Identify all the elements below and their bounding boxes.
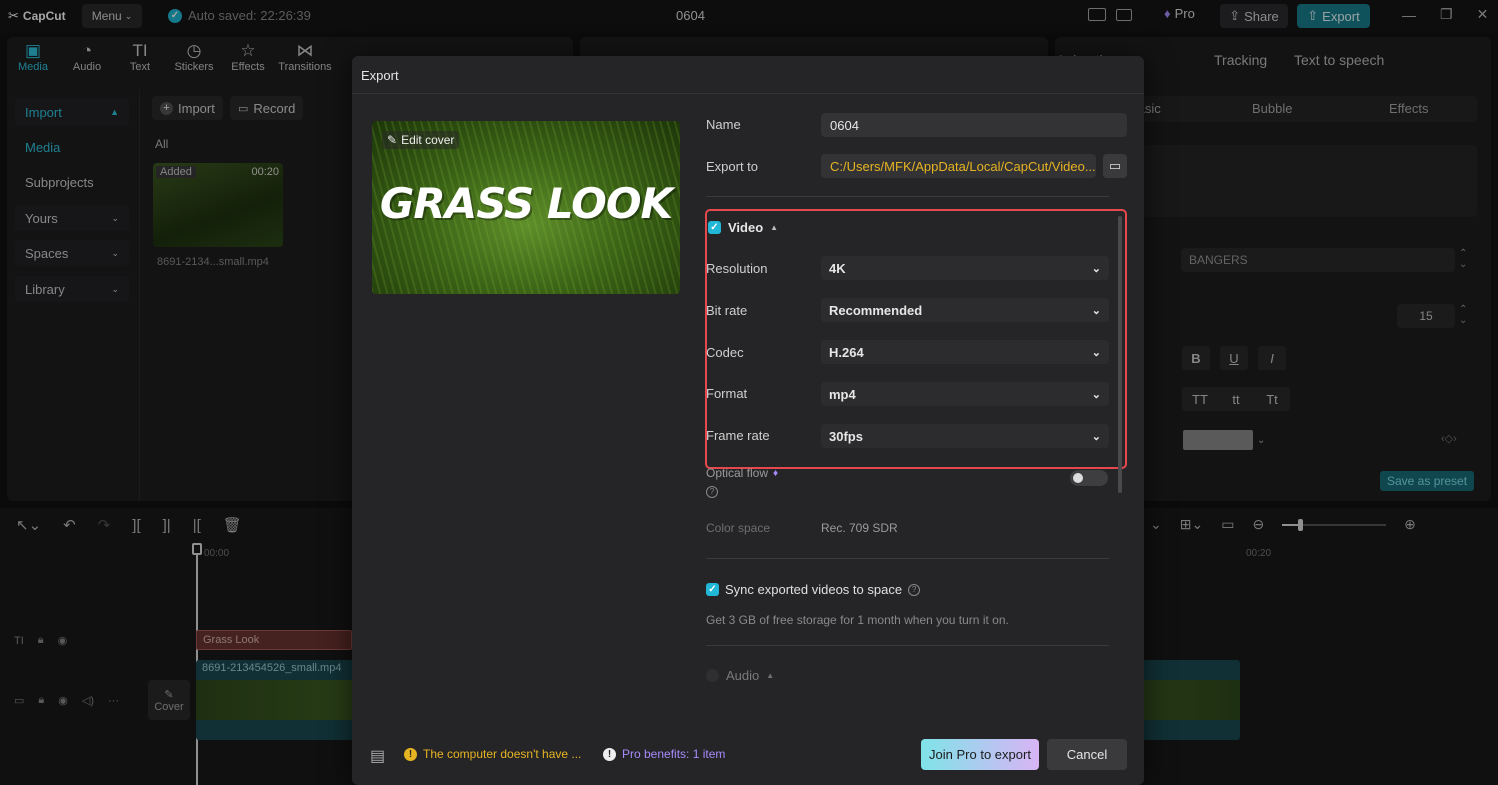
chevron-down-icon: ⌄: [1091, 388, 1101, 401]
name-label: Name: [706, 117, 741, 132]
pro-benefits-text: Pro benefits: 1 item: [622, 747, 726, 761]
format-label: Format: [706, 386, 748, 401]
join-pro-label: Join Pro to export: [929, 747, 1031, 762]
chevron-up-icon: ▲: [766, 671, 775, 680]
audio-section-toggle[interactable]: Audio ▲: [706, 668, 774, 683]
audio-checkbox[interactable]: [706, 669, 719, 682]
divider: [706, 196, 1109, 197]
color-space-label: Color space: [706, 521, 771, 535]
frame-rate-value: 30fps: [829, 428, 863, 444]
resolution-value: 4K: [829, 260, 846, 276]
chevron-up-icon: ▲: [770, 223, 779, 232]
format-value: mp4: [829, 386, 856, 402]
audio-section-label: Audio: [726, 668, 760, 683]
resolution-label: Resolution: [706, 261, 768, 276]
warning-message[interactable]: ! The computer doesn't have ...: [404, 747, 581, 761]
color-space-value: Rec. 709 SDR: [821, 521, 898, 535]
export-path-input[interactable]: C:/Users/MFK/AppData/Local/CapCut/Video.…: [821, 154, 1096, 178]
info-icon[interactable]: ?: [908, 583, 921, 596]
toggle-knob: [1073, 473, 1083, 483]
format-select[interactable]: mp4 ⌄: [821, 382, 1109, 406]
pencil-icon: ✎: [387, 133, 398, 147]
export-dialog: Export ✎ Edit cover GRASS LOOK Name 0604 …: [352, 56, 1144, 785]
sync-note: Get 3 GB of free storage for 1 month whe…: [706, 613, 1009, 627]
codec-value: H.264: [829, 344, 864, 360]
optical-flow-toggle[interactable]: [1070, 470, 1108, 486]
filmstrip-icon[interactable]: ▤: [370, 746, 385, 766]
chevron-down-icon: ⌄: [1091, 430, 1101, 443]
name-value: 0604: [830, 117, 859, 133]
optical-flow-row: Optical flow ♦: [706, 466, 778, 480]
codec-label: Codec: [706, 345, 744, 360]
video-section-toggle[interactable]: ✓ Video ▲: [708, 220, 778, 235]
bitrate-value: Recommended: [829, 302, 923, 318]
frame-rate-select[interactable]: 30fps ⌄: [821, 424, 1109, 448]
dialog-title: Export: [361, 68, 399, 83]
video-checkbox[interactable]: ✓: [708, 221, 721, 234]
cover-title-text: GRASS LOOK: [379, 179, 673, 228]
warning-icon: !: [404, 747, 417, 761]
codec-select[interactable]: H.264 ⌄: [821, 340, 1109, 364]
help-icon[interactable]: ?: [706, 486, 718, 498]
optical-flow-label: Optical flow: [706, 466, 769, 480]
chevron-down-icon: ⌄: [1091, 304, 1101, 317]
info-icon: !: [603, 747, 616, 761]
edit-cover-label: Edit cover: [401, 133, 455, 147]
cover-preview[interactable]: ✎ Edit cover GRASS LOOK: [372, 121, 680, 294]
pro-benefits[interactable]: ! Pro benefits: 1 item: [603, 747, 725, 761]
sync-label: Sync exported videos to space: [725, 582, 903, 597]
bitrate-label: Bit rate: [706, 303, 748, 318]
warning-text: The computer doesn't have ...: [423, 747, 582, 761]
dialog-scrollbar[interactable]: [1118, 216, 1122, 493]
frame-rate-label: Frame rate: [706, 428, 770, 443]
dialog-header: Export: [352, 56, 1144, 94]
export-path-value: C:/Users/MFK/AppData/Local/CapCut/Video.…: [830, 158, 1096, 174]
cancel-button[interactable]: Cancel: [1047, 739, 1127, 770]
divider: [706, 645, 1109, 646]
folder-button[interactable]: ▭: [1103, 154, 1127, 178]
resolution-select[interactable]: 4K ⌄: [821, 256, 1109, 280]
bitrate-select[interactable]: Recommended ⌄: [821, 298, 1109, 322]
sync-checkbox[interactable]: ✓: [706, 583, 719, 596]
pro-diamond-icon: ♦: [773, 467, 779, 479]
name-input[interactable]: 0604: [821, 113, 1127, 137]
edit-cover-button[interactable]: ✎ Edit cover: [382, 131, 460, 149]
folder-icon: ▭: [1108, 158, 1122, 173]
video-section-label: Video: [728, 220, 764, 235]
join-pro-export-button[interactable]: Join Pro to export: [921, 739, 1039, 770]
chevron-down-icon: ⌄: [1091, 346, 1101, 359]
export-to-label: Export to: [706, 159, 759, 174]
divider: [706, 558, 1109, 559]
cancel-label: Cancel: [1066, 747, 1108, 762]
chevron-down-icon: ⌄: [1091, 262, 1101, 275]
sync-row[interactable]: ✓ Sync exported videos to space ?: [706, 582, 921, 597]
